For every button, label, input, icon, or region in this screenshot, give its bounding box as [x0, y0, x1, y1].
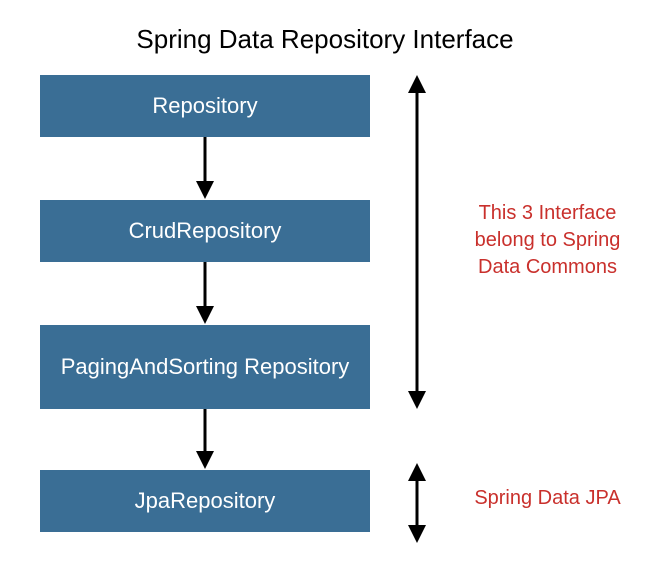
node-paging-sorting-repository: PagingAndSorting Repository [40, 325, 370, 409]
arrow-down-icon [194, 409, 216, 475]
arrow-down-icon [194, 262, 216, 330]
node-crud-repository: CrudRepository [40, 200, 370, 262]
node-jpa-repository: JpaRepository [40, 470, 370, 532]
node-label: Repository [152, 92, 257, 120]
double-arrow-vertical-icon [405, 75, 429, 414]
annotation-spring-data-commons: This 3 Interface belong to Spring Data C… [465, 200, 630, 281]
node-repository: Repository [40, 75, 370, 137]
node-label: JpaRepository [135, 487, 276, 515]
node-label: PagingAndSorting Repository [61, 353, 350, 381]
double-arrow-vertical-icon [405, 463, 429, 548]
arrow-down-icon [194, 137, 216, 205]
node-label: CrudRepository [129, 217, 282, 245]
annotation-spring-data-jpa: Spring Data JPA [465, 485, 630, 512]
diagram-title: Spring Data Repository Interface [0, 0, 650, 65]
diagram-area: Repository CrudRepository PagingAndSorti… [0, 65, 650, 571]
